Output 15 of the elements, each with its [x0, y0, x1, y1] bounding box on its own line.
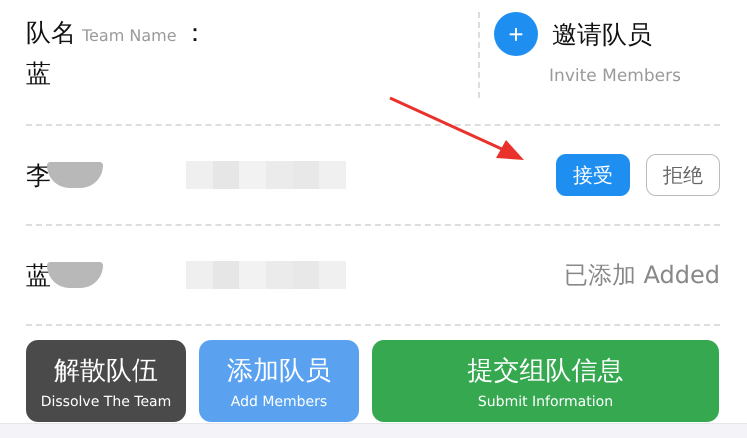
invite-label-english: Invite Members [549, 66, 681, 86]
colon: ： [182, 17, 208, 49]
member-name: 李 [26, 160, 51, 192]
member-name: 蓝 [26, 260, 51, 292]
accept-button[interactable]: 接受 [556, 154, 630, 196]
team-name: 蓝 [26, 58, 51, 90]
invite-label: 邀请队员 [552, 18, 652, 50]
added-status: 已添加 Added [564, 260, 720, 291]
add-icon[interactable]: + [494, 12, 538, 56]
team-label: 队名 [26, 17, 76, 49]
action-button[interactable]: 添加队员 Add Members [199, 340, 359, 422]
reject-button[interactable]: 拒绝 [646, 154, 720, 196]
action-button[interactable]: 解散队伍 Dissolve The Team [26, 340, 186, 422]
action-button[interactable]: 提交组队信息 Submit Information [372, 340, 719, 422]
team-label-english: Team Name [82, 26, 177, 45]
